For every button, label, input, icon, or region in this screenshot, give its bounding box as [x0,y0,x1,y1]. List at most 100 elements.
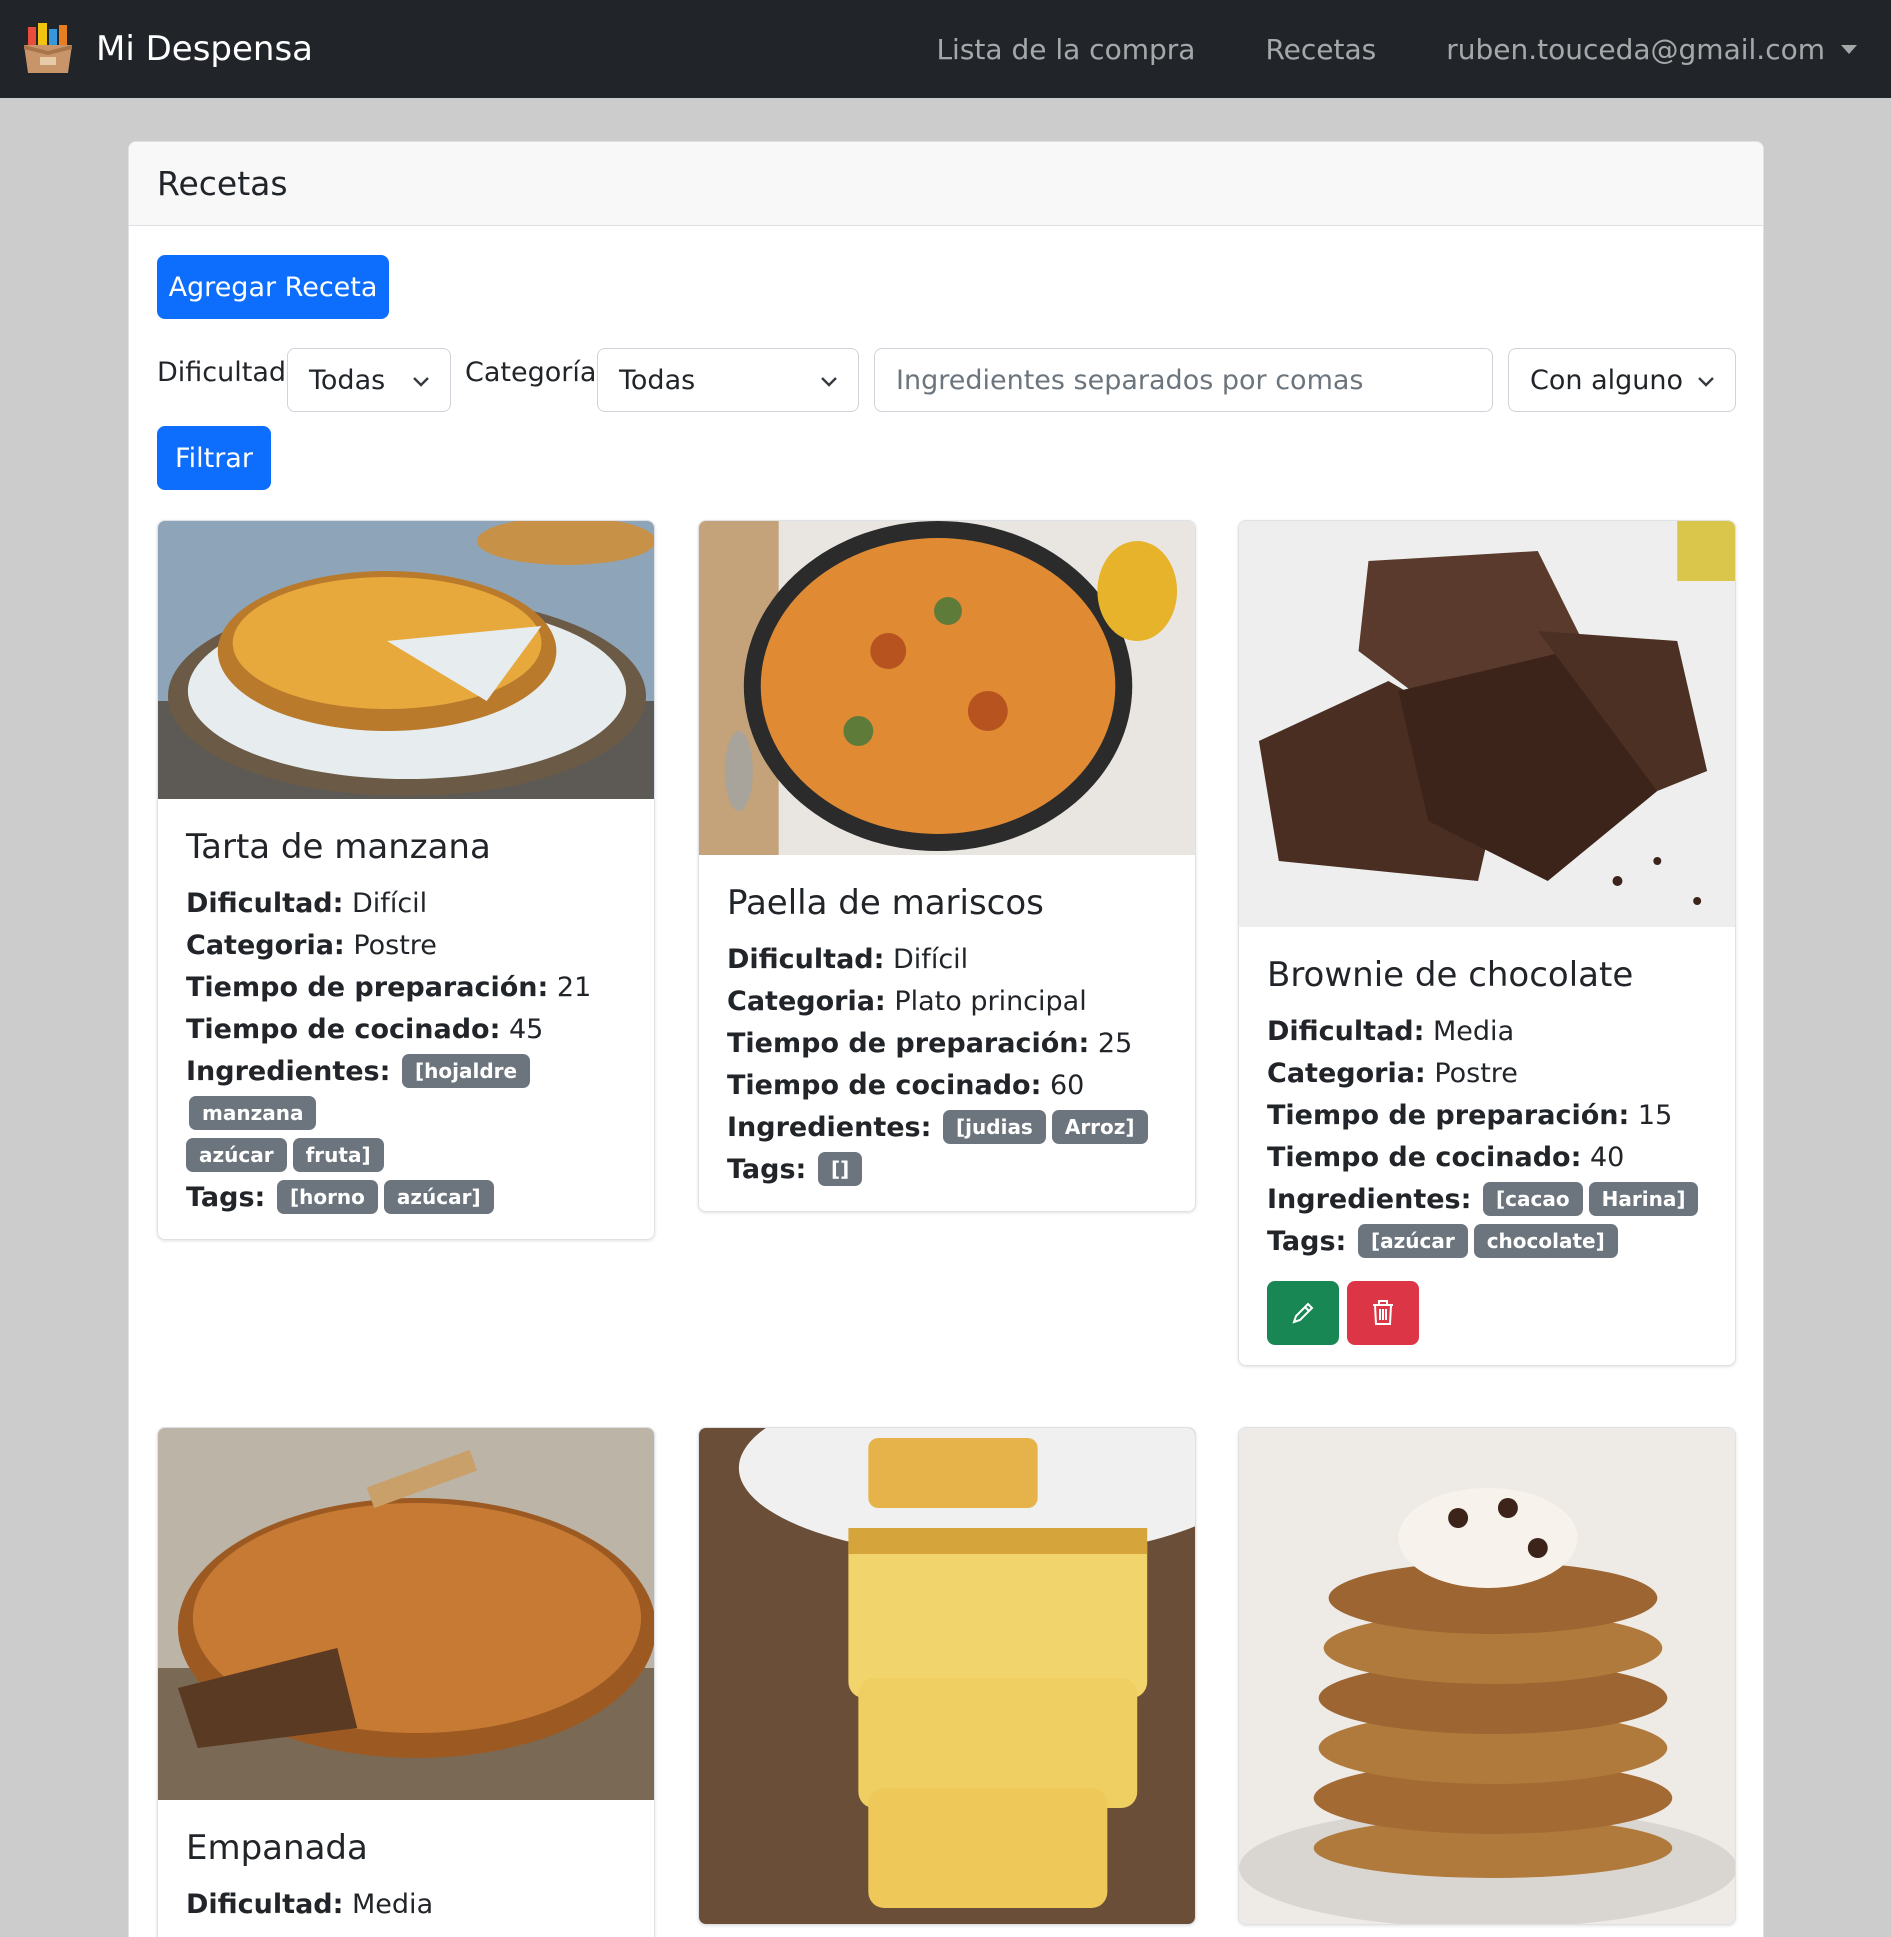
recipe-tags: Tags: [horno azúcar] [186,1177,626,1219]
brownie-photo [1239,521,1735,927]
tag-badge: [horno [276,1179,378,1214]
recipe-category: Categoria: Plato principal [727,981,1167,1023]
nav-link-shopping-list[interactable]: Lista de la compra [936,33,1195,66]
ingredient-badge: [cacao [1483,1181,1583,1216]
prep-time-label: Tiempo de preparación: [727,1028,1090,1059]
recipe-actions [1267,1281,1707,1345]
recipe-title: Brownie de chocolate [1267,955,1634,995]
category-field-label: Categoria: [186,930,345,961]
difficulty-field-label: Dificultad: [186,1889,344,1920]
difficulty-field-value: Media [1433,1016,1515,1047]
difficulty-value: Todas [309,364,386,396]
add-recipe-button[interactable]: Agregar Receta [157,255,389,319]
recipe-card: Tarta de manzana Dificultad: Difícil Cat… [157,520,655,1240]
ingredients-input[interactable] [874,348,1493,412]
cook-time-value: 40 [1589,1142,1625,1173]
pantry-box-icon [24,23,72,73]
recipe-difficulty: Dificultad: Difícil [727,939,1167,981]
recipe-card: Empanada Dificultad: Media [157,1427,655,1937]
category-label: Categoría: [465,357,606,388]
tag-badge: azúcar] [383,1179,494,1214]
recipe-card-body: Tarta de manzana Dificultad: Difícil Cat… [158,799,654,1239]
chevron-down-icon [1698,377,1714,387]
apple-tart-photo [158,521,654,799]
recipe-cook-time: Tiempo de cocinado: 45 [186,1009,626,1051]
match-mode-value: Con alguno [1530,364,1683,396]
recipe-tags: Tags: [azúcar chocolate] [1267,1221,1707,1263]
category-field-label: Categoria: [1267,1058,1426,1089]
tag-badge: chocolate] [1473,1223,1618,1258]
category-field-value: Postre [353,930,437,961]
recipe-prep-time: Tiempo de preparación: 15 [1267,1095,1707,1137]
cook-time-value: 60 [1049,1070,1085,1101]
pencil-icon [1292,1302,1314,1324]
brand[interactable]: Mi Despensa [20,21,313,77]
recipe-category: Categoria: Postre [1267,1053,1707,1095]
ingredient-badge: [hojaldre [402,1053,531,1088]
delete-recipe-button[interactable] [1347,1281,1419,1345]
recipe-ingredients: Ingredientes: [hojaldre manzana azúcar fru… [186,1051,626,1177]
tag-badge: [azúcar [1357,1223,1468,1258]
empanada-photo [158,1428,654,1800]
category-field-label: Categoria: [727,986,886,1017]
navbar: Mi Despensa Lista de la compra Recetas r… [0,0,1891,98]
prep-time-value: 15 [1637,1100,1673,1131]
recipe-title: Paella de mariscos [727,883,1044,923]
cook-time-value: 45 [508,1014,544,1045]
ingredient-badge: manzana [189,1095,317,1130]
difficulty-select[interactable]: Todas [287,348,451,412]
cook-time-label: Tiempo de cocinado: [1267,1142,1582,1173]
ingredient-badge: Harina] [1588,1181,1699,1216]
sponge-cake-photo [699,1428,1195,1924]
recipe-title: Empanada [186,1828,368,1868]
prep-time-value: 21 [556,972,592,1003]
brand-name: Mi Despensa [96,29,313,69]
recipe-prep-time: Tiempo de preparación: 21 [186,967,626,1009]
ingredient-badge: fruta] [292,1137,384,1172]
user-email: ruben.touceda@gmail.com [1446,32,1825,66]
recipe-cook-time: Tiempo de cocinado: 40 [1267,1137,1707,1179]
prep-time-value: 25 [1097,1028,1133,1059]
recipe-difficulty: Dificultad: Media [186,1884,626,1926]
edit-recipe-button[interactable] [1267,1281,1339,1345]
ingredients-label: Ingredientes: [727,1112,932,1143]
recipe-cook-time: Tiempo de cocinado: 60 [727,1065,1167,1107]
nav-links: Lista de la compra Recetas ruben.touceda… [936,0,1891,98]
recipe-card: Paella de mariscos Dificultad: Difícil C… [698,520,1196,1212]
recipe-difficulty: Dificultad: Media [1267,1011,1707,1053]
user-menu[interactable]: ruben.touceda@gmail.com [1446,33,1857,66]
tag-badge: [] [817,1151,863,1186]
recipe-card [1238,1427,1736,1925]
recipe-card: Brownie de chocolate Dificultad: Media C… [1238,520,1736,1366]
difficulty-field-value: Media [352,1889,434,1920]
ingredients-label: Ingredientes: [1267,1184,1472,1215]
chevron-down-icon [821,377,837,387]
match-mode-select[interactable]: Con alguno [1508,348,1736,412]
panel-header: Recetas [129,142,1763,226]
nav-link-recipes[interactable]: Recetas [1265,33,1376,66]
prep-time-label: Tiempo de preparación: [186,972,549,1003]
difficulty-field-label: Dificultad: [727,944,885,975]
recipe-category: Categoria: Postre [186,925,626,967]
tags-label: Tags: [186,1182,266,1213]
recipe-card-body: Paella de mariscos Dificultad: Difícil C… [699,855,1195,1211]
category-select[interactable]: Todas [597,348,859,412]
category-field-value: Postre [1434,1058,1518,1089]
difficulty-field-label: Dificultad: [1267,1016,1425,1047]
difficulty-field-value: Difícil [893,944,969,975]
recipe-card-body: Brownie de chocolate Dificultad: Media C… [1239,927,1735,1365]
recipe-title: Tarta de manzana [186,827,491,867]
paella-photo [699,521,1195,855]
recipe-card-body: Empanada Dificultad: Media [158,1800,654,1937]
recipe-tags: Tags: [] [727,1149,1167,1191]
ingredients-label: Ingredientes: [186,1056,391,1087]
cook-time-label: Tiempo de cocinado: [186,1014,501,1045]
filter-button[interactable]: Filtrar [157,426,271,490]
recipe-ingredients: Ingredientes: [cacao Harina] [1267,1179,1707,1221]
category-value: Todas [619,364,696,396]
pancakes-photo [1239,1428,1735,1924]
prep-time-label: Tiempo de preparación: [1267,1100,1630,1131]
difficulty-field-label: Dificultad: [186,888,344,919]
tags-label: Tags: [1267,1226,1347,1257]
difficulty-label: Dificultad: [157,357,296,388]
